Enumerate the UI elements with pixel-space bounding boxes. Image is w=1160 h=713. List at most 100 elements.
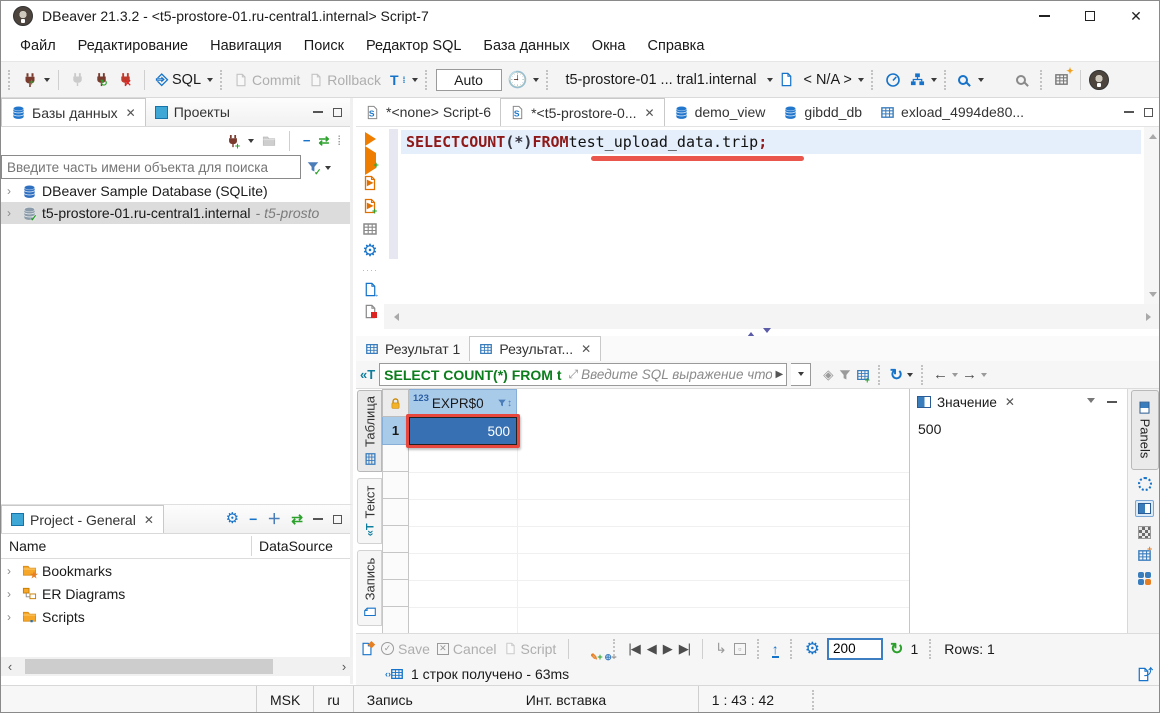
calc-panel-icon[interactable] bbox=[1138, 572, 1151, 585]
sql-editor-button[interactable]: ⎆SQL bbox=[153, 68, 204, 91]
sql-code-line[interactable]: SELECT COUNT(*) FROM test_upload_data.tr… bbox=[401, 130, 1141, 154]
expand-chevron-icon[interactable]: › bbox=[7, 564, 17, 578]
value-panel-toggle-icon[interactable] bbox=[1135, 500, 1154, 517]
new-folder-icon[interactable] bbox=[262, 134, 276, 148]
network-button[interactable] bbox=[907, 69, 928, 90]
dashboard-button[interactable] bbox=[882, 69, 904, 91]
goto-row-icon[interactable]: ↳ bbox=[715, 640, 727, 657]
tab-projects[interactable]: Проекты bbox=[146, 98, 239, 126]
navigator-search-input[interactable] bbox=[1, 155, 301, 179]
export-data-icon[interactable]: ↑ bbox=[772, 644, 779, 654]
tab-close-icon[interactable]: ✕ bbox=[645, 106, 655, 120]
explain-plan-icon[interactable] bbox=[362, 221, 378, 237]
panels-toggle-button[interactable]: Panels bbox=[1131, 390, 1159, 470]
expand-chevron-icon[interactable]: › bbox=[7, 206, 17, 220]
refresh-icon[interactable]: ↻ bbox=[890, 365, 903, 385]
aggregate-panel-icon[interactable] bbox=[1138, 526, 1151, 539]
panel-menu-icon[interactable] bbox=[1087, 398, 1095, 407]
tab-project-general[interactable]: Project - General ✕ bbox=[1, 505, 164, 533]
disconnect-button[interactable]: ✕ bbox=[115, 69, 136, 90]
refresh-dropdown[interactable] bbox=[907, 373, 913, 380]
rollback-button[interactable]: Rollback bbox=[306, 69, 384, 91]
grid-corner-cell[interactable] bbox=[382, 389, 409, 417]
grid-settings-icon[interactable]: ⚙ bbox=[805, 642, 820, 656]
transaction-log-button[interactable]: T⁞ bbox=[387, 69, 409, 91]
expand-icon[interactable]: ⤢ bbox=[566, 367, 582, 382]
nav-forward-icon[interactable]: → bbox=[962, 366, 977, 383]
connect-button[interactable] bbox=[67, 69, 88, 90]
menu-window[interactable]: Окна bbox=[583, 34, 635, 58]
editor-settings-icon[interactable]: ⚙ bbox=[362, 244, 377, 258]
menu-edit[interactable]: Редактирование bbox=[69, 34, 197, 58]
minimize-panel-icon[interactable] bbox=[1107, 401, 1117, 403]
column-name[interactable]: Name bbox=[1, 538, 46, 554]
nav-forward-dropdown[interactable] bbox=[981, 373, 987, 380]
collapse-all-icon[interactable]: − bbox=[303, 133, 311, 148]
maximize-view-icon[interactable] bbox=[1144, 108, 1153, 117]
tab-close-icon[interactable]: ✕ bbox=[126, 106, 136, 120]
cursor-position-indicator[interactable]: 1 : 43 : 42 bbox=[698, 686, 808, 713]
project-item-er-diagrams[interactable]: › ER Diagrams bbox=[1, 582, 350, 605]
presentation-tab-text[interactable]: «TТекст bbox=[357, 478, 382, 544]
results-tab-2[interactable]: Результат... ✕ bbox=[469, 336, 601, 361]
new-filter-icon[interactable]: + bbox=[856, 368, 870, 382]
history-dropdown[interactable] bbox=[533, 78, 539, 85]
project-settings-icon[interactable]: ⚙ bbox=[226, 512, 239, 526]
project-item-bookmarks[interactable]: › ★ Bookmarks bbox=[1, 559, 350, 582]
menu-sql-editor[interactable]: Редактор SQL bbox=[357, 34, 470, 58]
menu-search[interactable]: Поиск bbox=[295, 34, 353, 58]
filter-dropdown[interactable] bbox=[325, 166, 331, 173]
sql-editor-dropdown[interactable] bbox=[207, 78, 213, 85]
toggle-panel-icon[interactable]: ◆ bbox=[360, 642, 374, 656]
nav-new-connection-icon[interactable]: + bbox=[226, 134, 240, 148]
fetch-next-icon[interactable]: ↻ bbox=[890, 639, 903, 659]
filter-input[interactable]: SELECT COUNT(*) FROM t ⤢ Введите SQL выр… bbox=[379, 363, 787, 386]
value-panel-tab[interactable]: Значение bbox=[937, 395, 997, 410]
transaction-dropdown[interactable] bbox=[412, 78, 418, 85]
expand-chevron-icon[interactable]: › bbox=[7, 184, 17, 198]
reconnect-button[interactable]: ↻ bbox=[91, 69, 112, 90]
menu-navigate[interactable]: Навигация bbox=[201, 34, 291, 58]
splitter-sash[interactable] bbox=[356, 329, 1160, 336]
datasource-combo[interactable]: t5-prostore-01 ... tral1.internal bbox=[557, 69, 764, 91]
dbeaver-perspective-icon[interactable] bbox=[1089, 70, 1109, 90]
menu-file[interactable]: Файл bbox=[11, 34, 65, 58]
quick-search-button[interactable] bbox=[955, 72, 975, 88]
open-perspective-button[interactable]: ✦ bbox=[1051, 69, 1072, 90]
quick-search-dropdown[interactable] bbox=[978, 78, 984, 85]
row-number-cell[interactable]: 1 bbox=[382, 417, 409, 445]
maximize-view-icon[interactable] bbox=[333, 108, 342, 117]
tab-close-icon[interactable]: ✕ bbox=[581, 342, 591, 356]
execute-new-tab-icon[interactable]: + bbox=[365, 153, 376, 168]
schema-dropdown[interactable] bbox=[858, 78, 864, 85]
new-connection-button[interactable]: + bbox=[19, 69, 41, 91]
view-menu-icon[interactable]: ⁞ bbox=[337, 133, 342, 148]
unsaved-file-icon[interactable] bbox=[363, 304, 378, 319]
cancel-button[interactable]: ✕Cancel bbox=[437, 641, 497, 657]
editor-tab-exload[interactable]: exload_4994de80... bbox=[871, 98, 1033, 126]
tab-close-icon[interactable]: ✕ bbox=[1005, 395, 1015, 409]
expand-all-icon[interactable]: ＋ bbox=[267, 509, 281, 529]
link-editor-icon[interactable]: ⇄ bbox=[318, 133, 329, 149]
history-icon[interactable]: 🕘 bbox=[505, 67, 531, 93]
datasource-dropdown[interactable] bbox=[767, 78, 773, 85]
column-header-expr0[interactable]: 123 EXPR$0 ↕ bbox=[409, 389, 517, 417]
erase-filter-icon[interactable]: ◈ bbox=[823, 367, 833, 383]
metadata-panel-icon[interactable] bbox=[1138, 477, 1152, 491]
editor-tab-gibdd-db[interactable]: gibdd_db bbox=[774, 98, 871, 126]
execute-statement-icon[interactable] bbox=[365, 132, 376, 146]
collapse-all-icon[interactable]: − bbox=[249, 511, 257, 527]
scroll-left-icon[interactable]: ‹ bbox=[1, 659, 19, 674]
minimize-view-icon[interactable] bbox=[1124, 111, 1134, 113]
presentation-tab-record[interactable]: Запись bbox=[357, 550, 382, 626]
minimize-button[interactable] bbox=[1021, 2, 1067, 31]
presentation-tab-grid[interactable]: Таблица bbox=[357, 390, 382, 472]
first-row-icon[interactable]: |◀ bbox=[628, 641, 639, 657]
minimize-view-icon[interactable] bbox=[313, 518, 323, 520]
result-set-size-icon[interactable]: ⤴ bbox=[1136, 667, 1151, 682]
menu-help[interactable]: Справка bbox=[639, 34, 714, 58]
network-dropdown[interactable] bbox=[931, 78, 937, 85]
last-row-icon[interactable]: ▶| bbox=[679, 641, 690, 657]
minimize-view-icon[interactable] bbox=[313, 111, 323, 113]
scroll-down-icon[interactable] bbox=[1149, 292, 1157, 301]
